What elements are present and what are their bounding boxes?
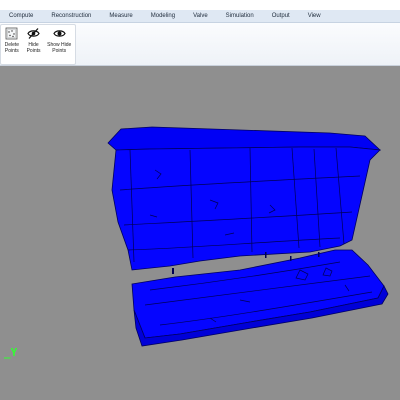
axis-y-indicator: _Y: [4, 346, 18, 359]
delete-points-icon: [5, 27, 18, 40]
menu-modeling[interactable]: Modeling: [142, 13, 184, 19]
scene-canvas: [107, 126, 389, 347]
ribbon: Delete Points Hide Points Show Hide Poin…: [0, 23, 400, 66]
menu-valve[interactable]: Valve: [184, 13, 217, 19]
menu-view[interactable]: View: [299, 13, 330, 19]
3d-viewport[interactable]: _Y: [0, 66, 400, 400]
eye-slash-icon: [27, 27, 40, 40]
upper-mesh-top: [107, 126, 382, 151]
app-window: Compute Reconstruction Measure Modeling …: [0, 0, 400, 400]
hide-points-button[interactable]: Hide Points: [24, 25, 44, 64]
menu-reconstruction[interactable]: Reconstruction: [42, 13, 100, 19]
eye-icon: [53, 27, 66, 40]
menu-measure[interactable]: Measure: [100, 13, 141, 19]
menu-simulation[interactable]: Simulation: [217, 13, 263, 19]
delete-points-button[interactable]: Delete Points: [2, 25, 22, 64]
menu-bar: Compute Reconstruction Measure Modeling …: [0, 10, 400, 23]
delete-points-label: Delete Points: [5, 42, 19, 54]
upper-mesh: [107, 126, 382, 271]
menu-output[interactable]: Output: [263, 13, 299, 19]
show-hide-points-label-line2: Points: [52, 48, 67, 54]
delete-points-label-line2: Points: [4, 48, 19, 54]
show-hide-points-label: Show Hide Points: [47, 42, 71, 54]
points-group: Delete Points Hide Points Show Hide Poin…: [0, 24, 76, 65]
show-hide-points-button[interactable]: Show Hide Points: [45, 25, 73, 64]
hide-points-label: Hide Points: [27, 42, 41, 54]
hide-points-label-line2: Points: [26, 48, 41, 54]
axis-y-label: Y: [10, 346, 18, 359]
menu-compute[interactable]: Compute: [0, 13, 42, 19]
